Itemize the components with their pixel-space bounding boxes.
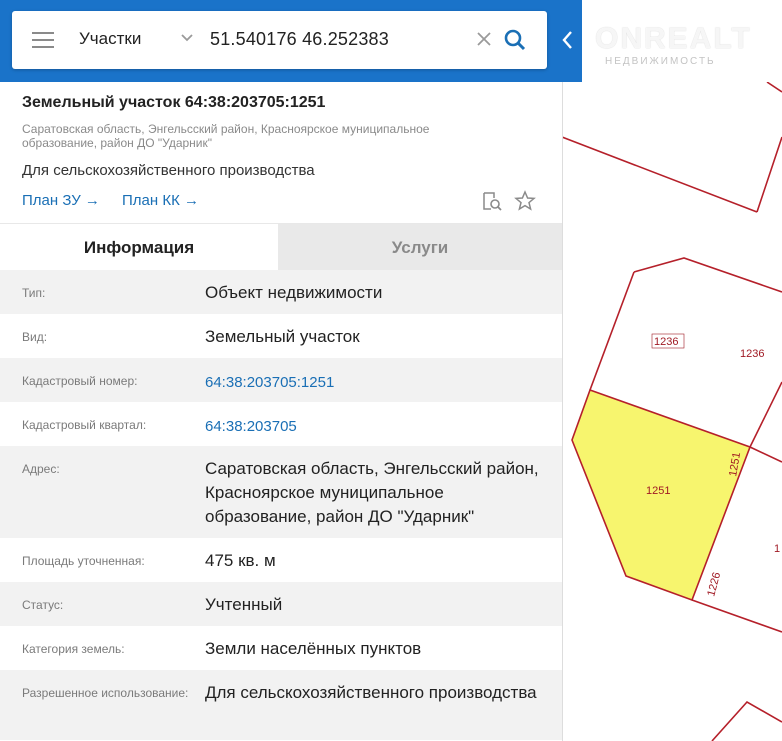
info-label: Категория земель: xyxy=(22,642,125,656)
info-label: Кадастровый квартал: xyxy=(22,418,147,432)
info-row-land-category: Категория земель: Земли населённых пункт… xyxy=(0,626,562,670)
chevron-down-icon[interactable] xyxy=(178,29,196,47)
cadastral-map[interactable]: 1236 1236 1251 1251 1226 1 xyxy=(562,82,782,741)
parcel-boundary xyxy=(756,136,782,213)
arrow-right-icon: → xyxy=(183,192,199,209)
parcel-label: 1 xyxy=(774,543,780,555)
parcel-boundary xyxy=(562,136,758,213)
object-purpose: Для сельскохозяйственного производства xyxy=(22,162,315,179)
search-icon[interactable] xyxy=(502,27,528,53)
plan-zu-label: План ЗУ xyxy=(22,192,81,209)
object-address: Саратовская область, Энгельсский район, … xyxy=(22,122,430,150)
parcel-label: 1236 xyxy=(654,336,678,348)
info-label: Адрес: xyxy=(22,462,60,476)
info-table: Тип: Объект недвижимости Вид: Земельный … xyxy=(0,270,562,740)
parcel-boundary xyxy=(691,599,782,633)
plan-zu-link[interactable]: План ЗУ → xyxy=(22,192,100,209)
cadastral-number-link[interactable]: 64:38:203705:1251 xyxy=(205,371,545,395)
info-row-area: Площадь уточненная: 475 кв. м xyxy=(0,538,562,582)
menu-icon[interactable] xyxy=(32,32,54,48)
tab-services[interactable]: Услуги xyxy=(278,224,562,271)
info-label: Площадь уточненная: xyxy=(22,554,145,568)
parcel-boundary xyxy=(633,257,782,293)
magnify-document-icon[interactable] xyxy=(481,190,503,212)
parcel-boundary xyxy=(766,82,782,93)
parcel-boundary xyxy=(749,446,782,463)
search-box: Участки 51.540176 46.252383 xyxy=(12,11,547,69)
collapse-panel-button[interactable] xyxy=(552,22,582,58)
info-label: Тип: xyxy=(22,286,46,300)
info-value: Для сельскохозяйственного производства xyxy=(205,683,537,702)
object-title: Земельный участок 64:38:203705:1251 xyxy=(22,94,326,111)
info-row-kind: Вид: Земельный участок xyxy=(0,314,562,358)
parcel-label: 1251 xyxy=(646,485,670,497)
tab-info[interactable]: Информация xyxy=(0,224,278,271)
info-row-cadastral-quarter: Кадастровый квартал: 64:38:203705 xyxy=(0,402,562,446)
map-canvas[interactable]: 1236 1236 1251 1251 1226 1 xyxy=(562,82,782,741)
layer-select[interactable]: Участки xyxy=(79,29,141,49)
info-row-type: Тип: Объект недвижимости xyxy=(0,270,562,314)
info-panel: Земельный участок 64:38:203705:1251 Сара… xyxy=(0,82,563,741)
info-value: Объект недвижимости xyxy=(205,283,383,302)
info-label: Кадастровый номер: xyxy=(22,374,138,388)
parcel-label: 1226 xyxy=(705,571,723,598)
info-value: Учтенный xyxy=(205,595,283,614)
info-value: Саратовская область, Энгельсский район, … xyxy=(205,459,539,526)
info-value: 475 кв. м xyxy=(205,551,276,570)
info-label: Разрешенное использование: xyxy=(22,686,189,700)
info-label: Вид: xyxy=(22,330,48,344)
clear-icon[interactable] xyxy=(474,29,494,49)
info-row-address: Адрес: Саратовская область, Энгельсский … xyxy=(0,446,562,538)
top-bar: Участки 51.540176 46.252383 xyxy=(0,0,582,82)
info-row-cadastral-number: Кадастровый номер: 64:38:203705:1251 xyxy=(0,358,562,402)
info-label: Статус: xyxy=(22,598,64,612)
info-row-permitted-use: Разрешенное использование: Для сельскохо… xyxy=(0,670,562,740)
info-value: Земельный участок xyxy=(205,327,360,346)
brand-tagline: НЕДВИЖИМОСТЬ xyxy=(605,56,716,67)
arrow-right-icon: → xyxy=(84,192,100,209)
brand-logo: ONREALT xyxy=(595,22,752,55)
star-icon[interactable] xyxy=(514,190,536,212)
info-value: Земли населённых пунктов xyxy=(205,639,422,658)
tabs: Информация Услуги xyxy=(0,223,562,271)
parcel-label: 1236 xyxy=(740,348,764,360)
collapse-arrow-icon xyxy=(562,31,572,49)
parcel-boundary xyxy=(589,271,635,391)
search-input[interactable]: 51.540176 46.252383 xyxy=(210,29,389,50)
cadastral-quarter-link[interactable]: 64:38:203705 xyxy=(205,415,545,439)
plan-kk-label: План КК xyxy=(122,192,180,209)
parcel-boundary xyxy=(711,700,782,741)
info-row-status: Статус: Учтенный xyxy=(0,582,562,626)
plan-kk-link[interactable]: План КК → xyxy=(122,192,199,209)
